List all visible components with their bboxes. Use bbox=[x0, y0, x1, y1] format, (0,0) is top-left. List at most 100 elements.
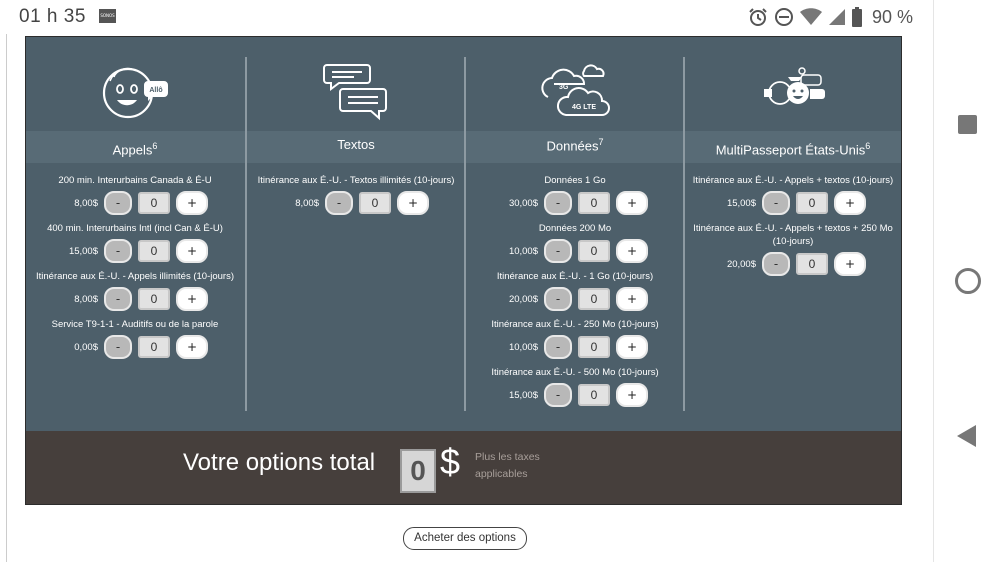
increase-button[interactable]: + bbox=[616, 191, 648, 215]
option-item: Itinérance aux É.-U. - Appels + textos (… bbox=[685, 174, 901, 215]
decrease-button[interactable]: - bbox=[544, 335, 572, 359]
decrease-button[interactable]: - bbox=[325, 191, 353, 215]
battery-percent: 90 % bbox=[871, 6, 913, 27]
decrease-button[interactable]: - bbox=[104, 335, 132, 359]
decrease-button[interactable]: - bbox=[544, 239, 572, 263]
option-item: Itinérance aux É.-U. - 1 Go (10-jours) 2… bbox=[466, 270, 684, 311]
alarm-icon bbox=[749, 8, 767, 26]
home-icon[interactable] bbox=[955, 268, 981, 294]
column-title-text: Données bbox=[546, 138, 599, 154]
option-item: Itinérance aux É.-U. - 500 Mo (10-jours)… bbox=[466, 366, 684, 407]
option-label: 400 min. Interurbains Intl (incl Can & É… bbox=[47, 223, 223, 234]
option-label: Itinérance aux É.-U. - Textos illimités … bbox=[257, 175, 455, 186]
decrease-button[interactable]: - bbox=[104, 191, 132, 215]
back-icon[interactable] bbox=[957, 425, 976, 447]
quantity-field[interactable]: 0 bbox=[578, 288, 610, 310]
buy-options-button[interactable]: Acheter des options bbox=[403, 527, 527, 550]
recents-icon[interactable] bbox=[958, 115, 977, 134]
increase-button[interactable]: + bbox=[834, 191, 866, 215]
do-not-disturb-icon bbox=[774, 8, 793, 26]
option-price: 10,00$ bbox=[508, 245, 538, 257]
quantity-field[interactable]: 0 bbox=[138, 192, 170, 214]
option-price: 15,00$ bbox=[726, 197, 756, 209]
quantity-field[interactable]: 0 bbox=[138, 336, 170, 358]
quantity-field[interactable]: 0 bbox=[578, 240, 610, 262]
increase-button[interactable]: + bbox=[616, 239, 648, 263]
increase-button[interactable]: + bbox=[176, 239, 208, 263]
total-value: 0 bbox=[400, 449, 436, 493]
cloud-data-icon: 3G 4G LTE bbox=[541, 64, 610, 116]
option-item: Données 200 Mo 10,00$ -0 + bbox=[466, 222, 684, 263]
decrease-button[interactable]: - bbox=[104, 287, 132, 311]
decrease-button[interactable]: - bbox=[762, 252, 790, 276]
quantity-field[interactable]: 0 bbox=[138, 288, 170, 310]
increase-button[interactable]: + bbox=[616, 287, 648, 311]
3g-text: 3G bbox=[559, 84, 569, 91]
decrease-button[interactable]: - bbox=[544, 287, 572, 311]
column-donnees: 3G 4G LTE Données7 Données 1 Go 30,00$ -0… bbox=[466, 37, 684, 431]
option-price: 8,00$ bbox=[74, 293, 98, 305]
status-bar: 01 h 35 SONOS 90 % bbox=[0, 0, 933, 34]
decrease-button[interactable]: - bbox=[544, 383, 572, 407]
increase-button[interactable]: + bbox=[176, 335, 208, 359]
column-title-text: MultiPasseport États-Unis bbox=[715, 142, 866, 158]
column-textos: Textos Itinérance aux É.-U. - Textos ill… bbox=[247, 37, 465, 431]
option-item: Itinérance aux É.-U. - Appels illimités … bbox=[26, 270, 244, 311]
passport-faces-icon bbox=[764, 67, 825, 105]
footnote-sup: 6 bbox=[865, 141, 871, 151]
option-price: 8,00$ bbox=[74, 197, 98, 209]
quantity-field[interactable]: 0 bbox=[359, 192, 391, 214]
quantity-field[interactable]: 0 bbox=[796, 192, 828, 214]
option-price: 20,00$ bbox=[726, 258, 756, 270]
option-label: Service T9-1-1 - Auditifs ou de la parol… bbox=[51, 319, 219, 330]
quantity-field[interactable]: 0 bbox=[578, 384, 610, 406]
currency-symbol: $ bbox=[440, 441, 461, 482]
option-label: Itinérance aux É.-U. - Appels illimités … bbox=[36, 271, 234, 282]
options-panel: Allô Appels6 200 min. Interurbains Canad… bbox=[25, 36, 902, 505]
option-item: Service T9-1-1 - Auditifs ou de la parol… bbox=[26, 318, 244, 359]
status-time: 01 h 35 bbox=[19, 6, 86, 27]
option-item: 200 min. Interurbains Canada & É-U 8,00$… bbox=[26, 174, 244, 215]
option-label: Données 200 Mo bbox=[538, 223, 612, 234]
page-edge bbox=[6, 34, 7, 562]
decrease-button[interactable]: - bbox=[762, 191, 790, 215]
option-item: Itinérance aux É.-U. - Textos illimités … bbox=[247, 174, 465, 215]
option-item: Itinérance aux É.-U. - 250 Mo (10-jours)… bbox=[466, 318, 684, 359]
option-price: 15,00$ bbox=[508, 389, 538, 401]
increase-button[interactable]: + bbox=[616, 383, 648, 407]
column-title: Textos bbox=[247, 137, 465, 152]
increase-button[interactable]: + bbox=[397, 191, 429, 215]
sonos-icon: SONOS bbox=[99, 9, 116, 23]
total-bar: Votre options total 0 $ Plus les taxes a… bbox=[26, 431, 901, 504]
increase-button[interactable]: + bbox=[176, 191, 208, 215]
option-price: 20,00$ bbox=[508, 293, 538, 305]
quantity-field[interactable]: 0 bbox=[138, 240, 170, 262]
signal-icon bbox=[828, 9, 845, 25]
footnote-sup: 7 bbox=[598, 137, 604, 147]
option-label: Itinérance aux É.-U. - 250 Mo (10-jours) bbox=[491, 319, 659, 330]
increase-button[interactable]: + bbox=[834, 252, 866, 276]
column-title: Appels6 bbox=[26, 141, 244, 157]
decrease-button[interactable]: - bbox=[104, 239, 132, 263]
column-appels: Allô Appels6 200 min. Interurbains Canad… bbox=[26, 37, 244, 431]
option-label: Itinérance aux É.-U. - 1 Go (10-jours) bbox=[496, 271, 654, 282]
option-price: 10,00$ bbox=[508, 341, 538, 353]
decrease-button[interactable]: - bbox=[544, 191, 572, 215]
quantity-field[interactable]: 0 bbox=[578, 336, 610, 358]
quantity-field[interactable]: 0 bbox=[796, 253, 828, 275]
option-label: Données 1 Go bbox=[544, 175, 606, 186]
column-title-text: Appels bbox=[112, 142, 153, 158]
increase-button[interactable]: + bbox=[616, 335, 648, 359]
column-title: MultiPasseport États-Unis6 bbox=[685, 141, 901, 157]
option-item: 400 min. Interurbains Intl (incl Can & É… bbox=[26, 222, 244, 263]
option-price: 0,00$ bbox=[74, 341, 98, 353]
option-price: 8,00$ bbox=[295, 197, 319, 209]
total-label: Votre options total bbox=[183, 449, 376, 476]
option-item: Données 1 Go 30,00$ -0 + bbox=[466, 174, 684, 215]
increase-button[interactable]: + bbox=[176, 287, 208, 311]
quantity-field[interactable]: 0 bbox=[578, 192, 610, 214]
option-item: Itinérance aux É.-U. - Appels + textos +… bbox=[685, 222, 901, 276]
column-title: Données7 bbox=[466, 137, 684, 153]
chat-bubbles-icon bbox=[323, 64, 387, 121]
option-price: 30,00$ bbox=[508, 197, 538, 209]
